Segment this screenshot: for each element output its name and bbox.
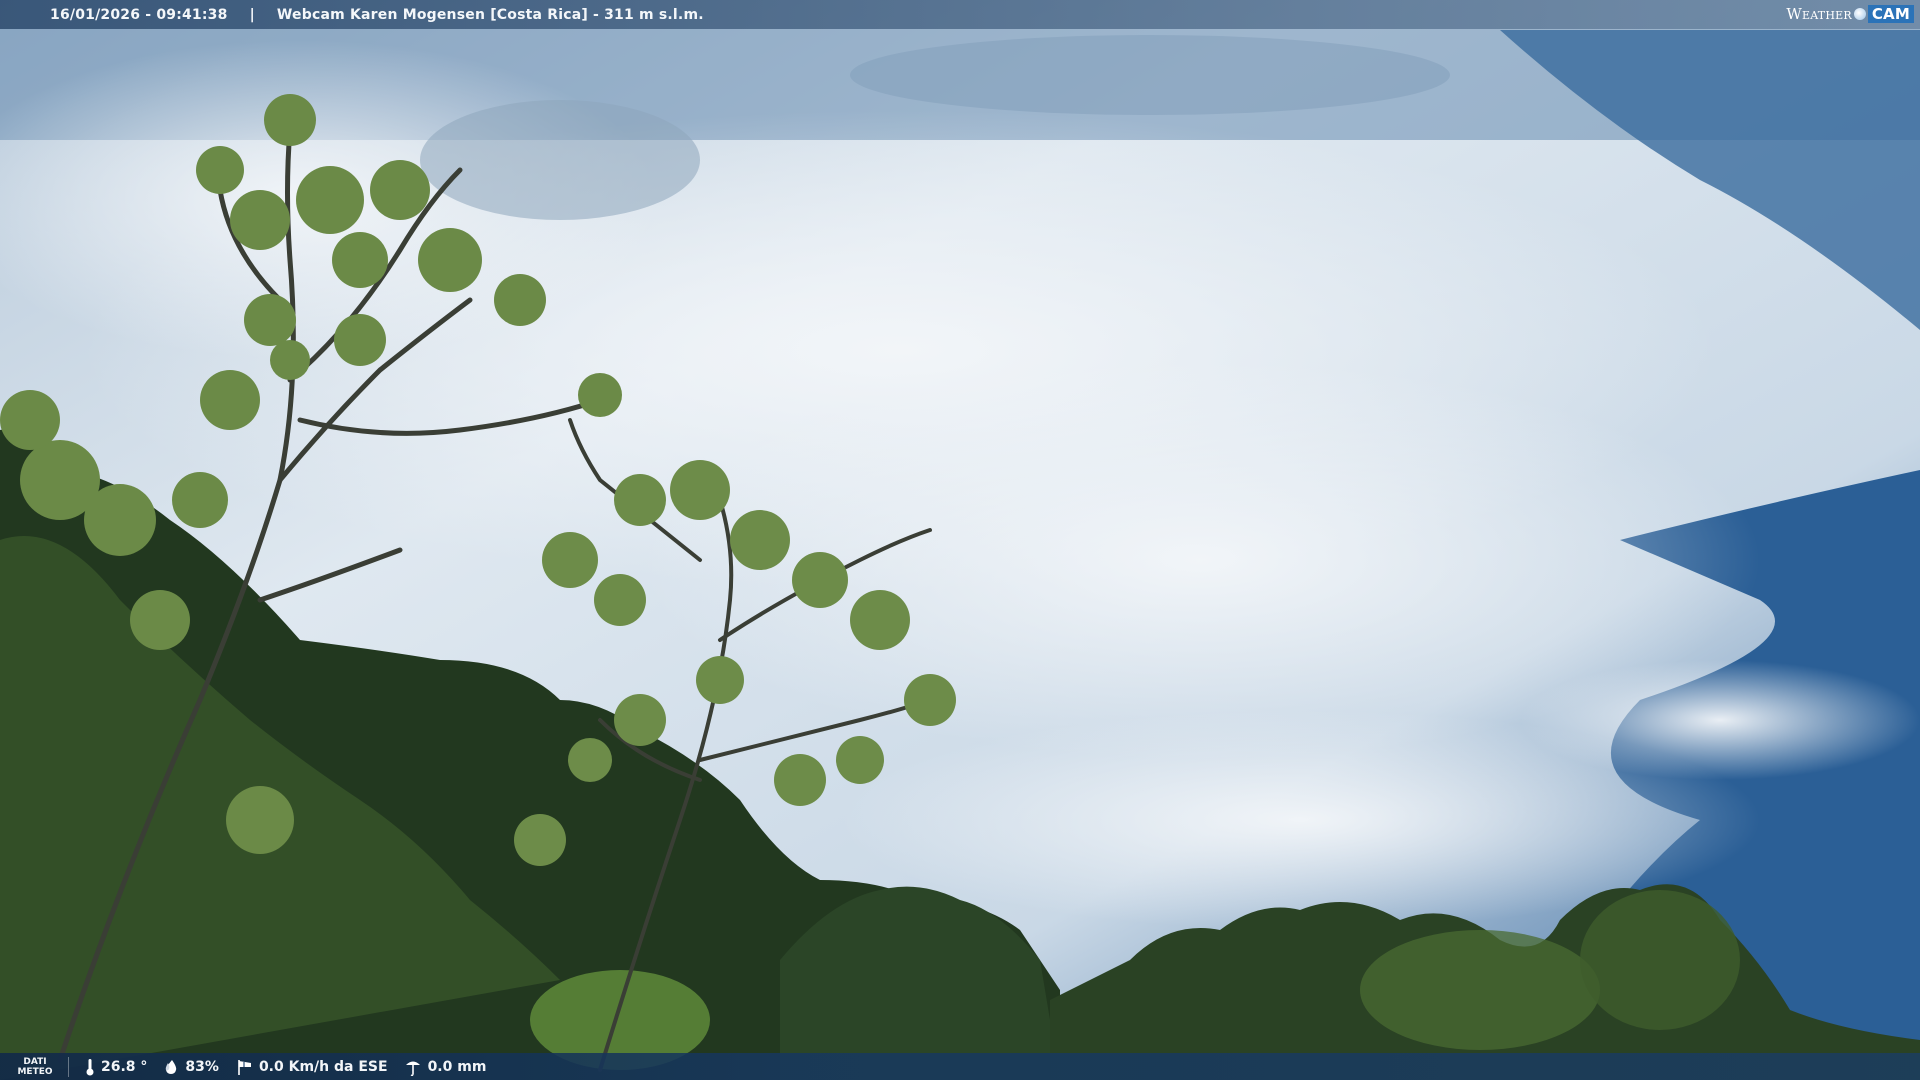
logo-weather-text: Weather (1786, 5, 1852, 23)
temperature-value: 26.8 ° (101, 1058, 148, 1075)
cloud-shadow (420, 100, 700, 220)
webcam-frame: 16/01/2026 - 09:41:38 | Webcam Karen Mog… (0, 0, 1920, 1080)
rain-value: 0.0 mm (427, 1058, 487, 1075)
logo-cam-text: CAM (1867, 5, 1914, 23)
wind-reading: 0.0 Km/h da ESE (235, 1058, 388, 1076)
wind-value: 0.0 Km/h da ESE (258, 1058, 388, 1075)
meteo-label-line1: DATI (23, 1056, 47, 1067)
humidity-reading: 83% (163, 1059, 219, 1075)
globe-icon (1853, 8, 1866, 20)
droplet-icon (163, 1059, 179, 1075)
thermometer-icon (85, 1058, 95, 1076)
meteo-data-bar: DATI METEO 26.8 ° 83% 0.0 Km/h da ESE 0.… (0, 1053, 1920, 1080)
windsock-icon (235, 1058, 253, 1076)
meteo-label-line2: METEO (17, 1066, 53, 1077)
webcam-image (0, 0, 1920, 1080)
sunlit-bush (1360, 930, 1600, 1050)
cloud-shadow (850, 35, 1450, 115)
rain-reading: 0.0 mm (404, 1058, 487, 1076)
cloud (1520, 660, 1920, 780)
rain-gauge-icon (404, 1058, 422, 1076)
station-name: Webcam Karen Mogensen [Costa Rica] - 311… (276, 6, 704, 23)
temperature-reading: 26.8 ° (85, 1058, 147, 1076)
meteo-label: DATI METEO (10, 1056, 69, 1077)
top-info-bar: 16/01/2026 - 09:41:38 | Webcam Karen Mog… (0, 0, 1920, 29)
sunlit-bush (1580, 890, 1740, 1030)
weathercam-logo: Weather CAM (1786, 3, 1914, 25)
separator: | (249, 6, 255, 23)
timestamp: 16/01/2026 - 09:41:38 (50, 6, 228, 23)
humidity-value: 83% (185, 1058, 219, 1075)
